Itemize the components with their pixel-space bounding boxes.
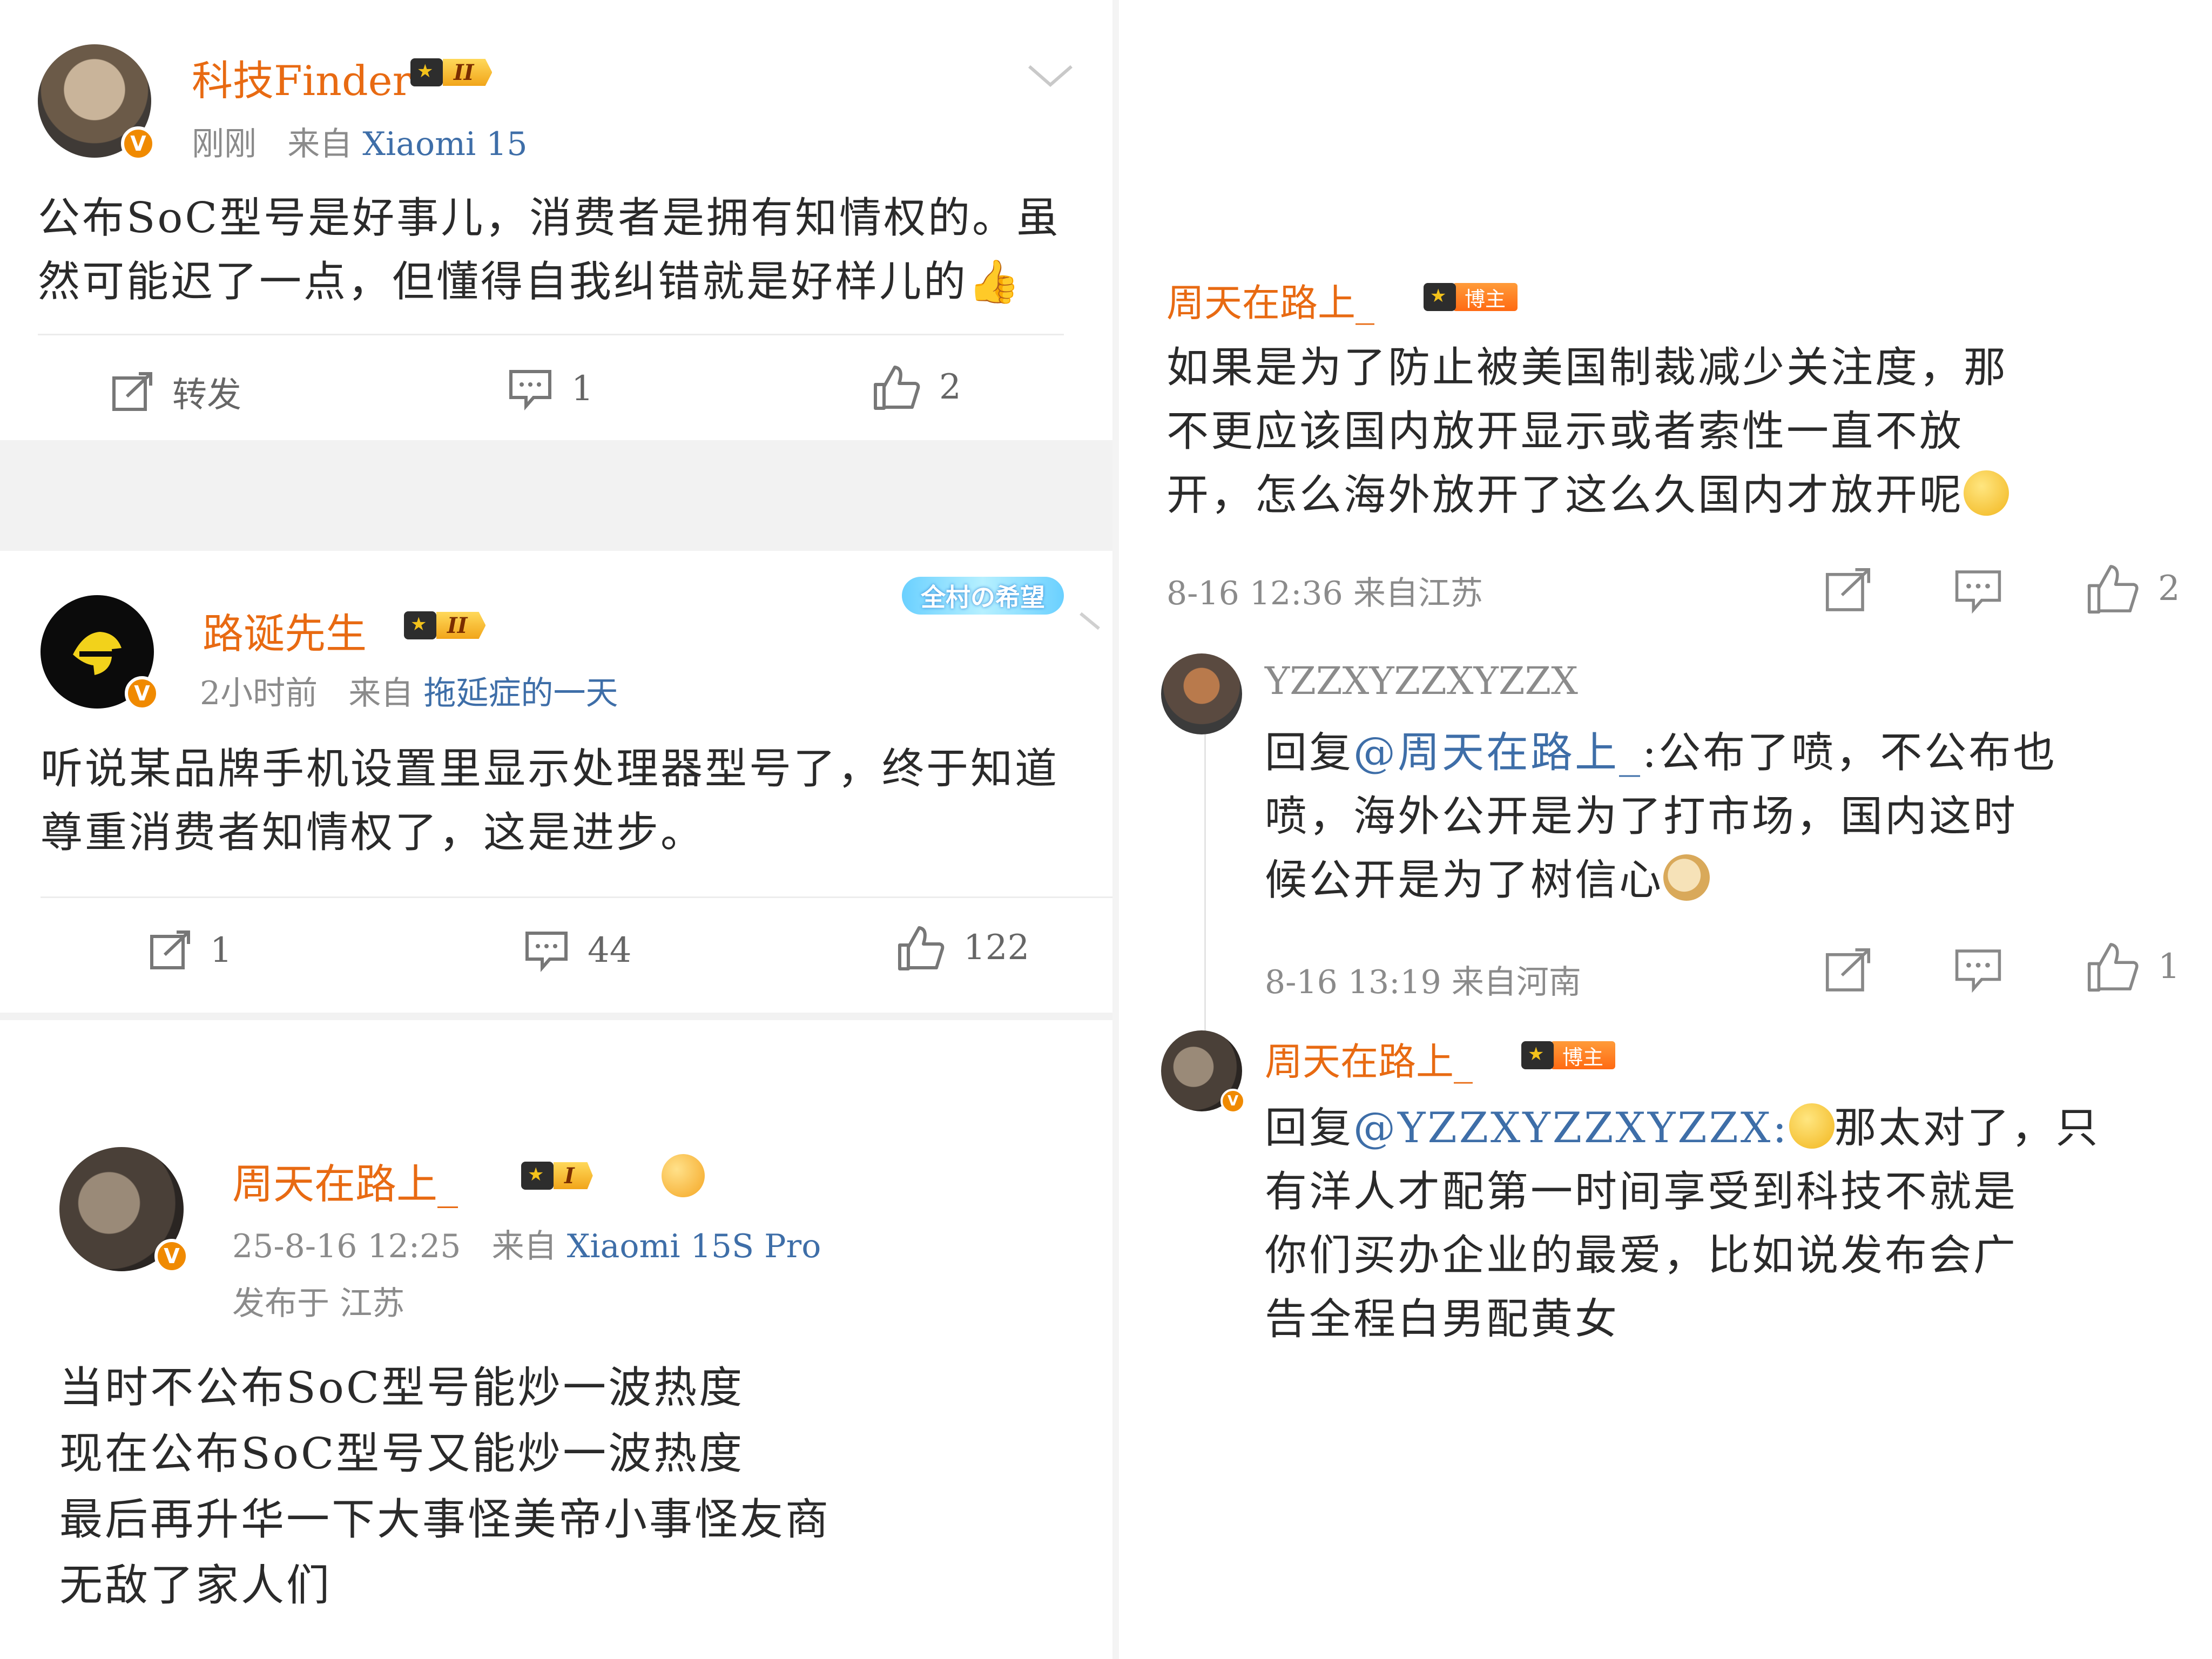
like-icon	[2087, 943, 2139, 992]
source-link[interactable]: Xiaomi 15S Pro	[567, 1228, 821, 1265]
repost-icon	[112, 372, 152, 411]
username[interactable]: 周天在路上_	[232, 1151, 458, 1210]
surprised-emoji-icon	[1789, 1103, 1835, 1149]
post-text: 公布SoC型号是好事儿，消费者是拥有知情权的。虽 然可能迟了一点，但懂得自我纠错…	[38, 194, 1061, 306]
post-card-3: V 周天在路上_ I 25-8-16 12:25 来自 Xiaomi 15S P…	[0, 1020, 1112, 1659]
chevron-down-icon[interactable]	[1026, 62, 1075, 89]
repost-icon[interactable]	[1824, 566, 1872, 615]
like-icon	[874, 366, 920, 410]
comment-thread: 周天在路上_ 博主 如果是为了防止被美国制裁减少关注度，那 不更应该国内放开显示…	[1119, 0, 2212, 1659]
like-button[interactable]: 122	[896, 923, 1029, 972]
post-meta: 25-8-16 12:25 来自 Xiaomi 15S Pro	[232, 1228, 821, 1265]
username[interactable]: YZZXYZZXYZZX	[1265, 659, 1578, 703]
comment-icon	[509, 370, 551, 410]
post-text: 当时不公布SoC型号能炒一波热度 现在公布SoC型号又能炒一波热度 最后再升华一…	[59, 1363, 831, 1610]
comment-button[interactable]: 1	[508, 367, 594, 410]
username[interactable]: 路诞先生	[203, 601, 367, 660]
verified-icon: V	[1220, 1089, 1245, 1114]
doge-emoji-icon	[1663, 854, 1710, 901]
badge-sticker: 全村の希望	[902, 577, 1064, 615]
comment-meta: 8-16 12:36 来自江苏	[1166, 575, 1483, 612]
verified-icon: V	[125, 676, 159, 711]
post-text: 听说某品牌手机设置里显示处理器型号了，终于知道 尊重消费者知情权了，这是进步。	[41, 745, 1060, 857]
like-button[interactable]: 2	[872, 363, 961, 412]
username[interactable]: 科技Finder	[192, 48, 412, 107]
comment-icon[interactable]	[1953, 946, 2003, 994]
like-icon	[898, 926, 945, 970]
mention-link[interactable]: @YZZXYZZXYZZX	[1353, 1104, 1772, 1152]
comment-text: 如果是为了防止被美国制裁减少关注度，那 不更应该国内放开显示或者索性一直不放 开…	[1166, 343, 2009, 520]
crown-icon	[521, 1162, 554, 1190]
reply-text: 回复@周天在路上_:公布了喷，不公布也 喷，海外公开是为了打市场，国内这时 候公…	[1265, 729, 2058, 905]
post-meta: 2小时前 来自 拖延症的一天	[200, 675, 618, 712]
username[interactable]: 周天在路上_	[1265, 1031, 1473, 1086]
avatar[interactable]: V	[38, 44, 156, 161]
crown-icon	[1424, 283, 1456, 311]
blogger-badge: 博主	[1424, 280, 1518, 314]
reply-text: 回复@YZZXYZZXYZZX: 那太对了，只 有洋人才配第一时间享受到科技不就是…	[1265, 1103, 2100, 1344]
repost-button[interactable]: 转发	[111, 367, 241, 417]
comment-icon[interactable]	[1953, 567, 2003, 615]
thumbs-up-emoji: 👍	[968, 258, 1023, 306]
repost-button[interactable]: 1	[149, 929, 232, 972]
post-location: 发布于 江苏	[232, 1285, 405, 1323]
level-badge: II	[410, 55, 493, 90]
avatar[interactable]: V	[1161, 1030, 1245, 1114]
avatar[interactable]: V	[59, 1147, 189, 1273]
comment-button[interactable]: 44	[524, 929, 631, 972]
level-badge: I	[521, 1158, 593, 1193]
repost-icon	[150, 930, 190, 969]
like-icon	[2087, 565, 2139, 614]
post-card-1: V 科技Finder II 刚刚 来自 Xiaomi 15 公布SoC型号是好事…	[0, 0, 1112, 440]
avatar[interactable]	[1161, 653, 1242, 734]
like-button[interactable]: 1	[2086, 940, 2180, 994]
mention-link[interactable]: @周天在路上_	[1353, 729, 1642, 777]
crown-icon	[410, 58, 443, 86]
chevron-down-icon[interactable]	[1077, 610, 1110, 632]
post-card-2: V 路诞先生 II 全村の希望 2小时前 来自 拖延症的一天 听说某品牌手机设置…	[0, 551, 1112, 1013]
source-link[interactable]: Xiaomi 15	[362, 125, 527, 163]
like-button[interactable]: 2	[2086, 562, 2180, 616]
crown-icon	[1521, 1041, 1554, 1069]
verified-icon: V	[154, 1239, 189, 1273]
source-link[interactable]: 拖延症的一天	[423, 675, 618, 712]
fish-emoji-icon	[662, 1154, 705, 1197]
repost-icon[interactable]	[1824, 946, 1872, 995]
post-meta: 刚刚 来自 Xiaomi 15	[192, 125, 528, 163]
blogger-badge: 博主	[1521, 1038, 1616, 1073]
level-badge: II	[404, 608, 486, 643]
comment-icon	[525, 932, 568, 972]
verified-icon: V	[121, 126, 156, 161]
avatar[interactable]: V	[41, 595, 159, 711]
smile-emoji-icon	[1964, 470, 2009, 516]
username[interactable]: 周天在路上_	[1166, 273, 1374, 327]
reply-meta: 8-16 13:19 来自河南	[1265, 963, 1581, 1001]
crown-icon	[404, 611, 436, 639]
